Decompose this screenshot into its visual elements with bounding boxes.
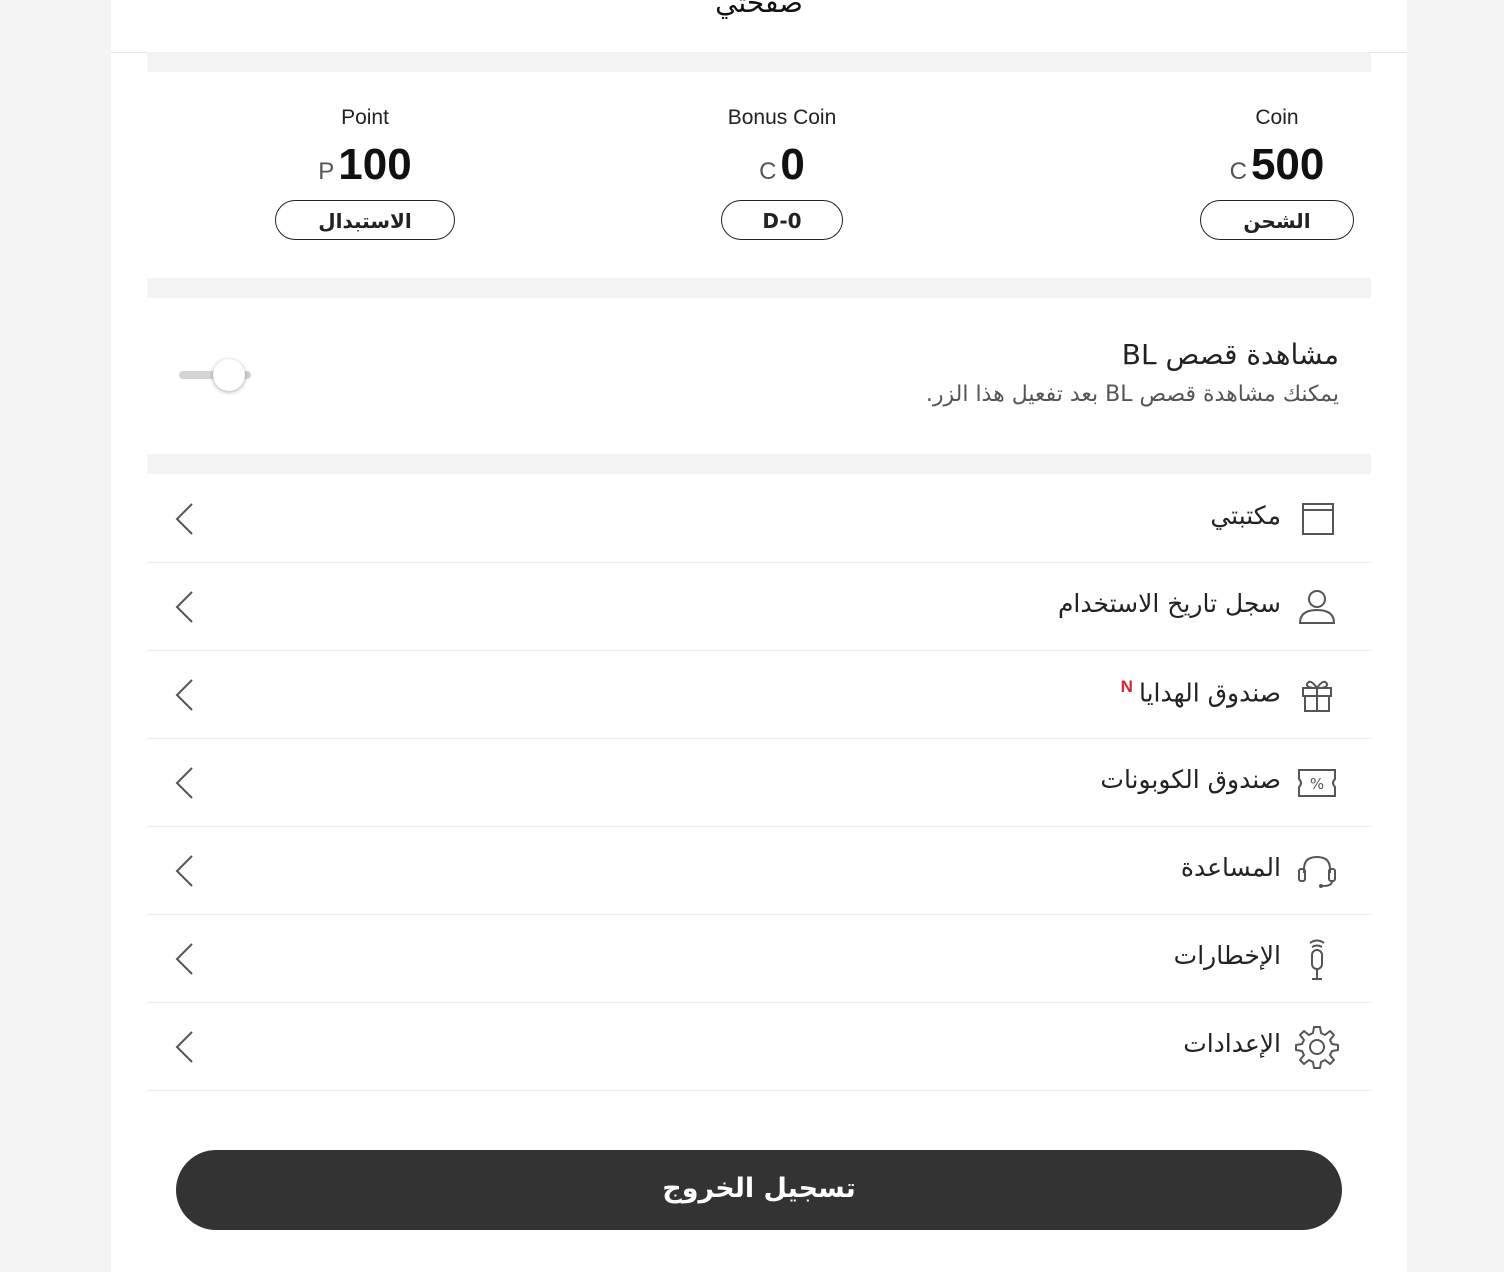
menu-item-coupon-box[interactable]: % صندوق الكوبونات (147, 739, 1371, 827)
point-value: 100 (338, 140, 412, 189)
chevron-left-icon (175, 1031, 193, 1063)
bonus-coin-amount: C0 (712, 142, 852, 188)
chevron-left-icon (175, 943, 193, 975)
menu-item-gift-box[interactable]: صندوق الهدايا N (147, 651, 1371, 739)
charge-button[interactable]: الشحن (1200, 200, 1354, 240)
gear-icon (1295, 1026, 1339, 1069)
bl-description: يمكنك مشاهدة قصص BL بعد تفعيل هذا الزر. (925, 382, 1339, 407)
menu-item-settings[interactable]: الإعدادات (147, 1003, 1371, 1091)
point-unit: P (318, 158, 335, 185)
logout-button[interactable]: تسجيل الخروج (176, 1150, 1342, 1230)
chevron-left-icon (175, 855, 193, 887)
user-icon (1298, 590, 1336, 624)
notification-icon (1309, 939, 1325, 980)
menu-item-usage-history[interactable]: سجل تاريخ الاستخدام (147, 563, 1371, 651)
page-title: صفحتي (715, 0, 803, 19)
my-page-panel: صفحتي Point P100 الاستبدال Bonus Coin C0… (111, 0, 1407, 1272)
exchange-button[interactable]: الاستبدال (275, 200, 455, 240)
chevron-left-icon (175, 767, 193, 799)
section-divider (147, 278, 1371, 298)
menu-item-help[interactable]: المساعدة (147, 827, 1371, 915)
chevron-left-icon (175, 503, 193, 535)
point-label: Point (341, 106, 389, 129)
point-amount: P100 (251, 142, 479, 188)
chevron-left-icon (175, 591, 193, 623)
menu-item-library[interactable]: مكتبتي (147, 475, 1371, 563)
menu-item-notifications[interactable]: الإخطارات (147, 915, 1371, 1003)
menu-item-label-with-badge: صندوق الهدايا N (1121, 677, 1281, 707)
svg-text:%: % (1310, 775, 1324, 793)
wallet-summary: Point P100 الاستبدال Bonus Coin C0 D-0 C… (147, 92, 1371, 278)
coin-label: Coin (1255, 106, 1299, 129)
point-column: Point P100 الاستبدال (251, 92, 479, 240)
menu-list: مكتبتي سجل تاريخ الاستخدام صندوق الهدايا… (147, 475, 1371, 1091)
coin-unit: C (1229, 158, 1247, 185)
headset-icon (1298, 855, 1336, 888)
bonus-expiry-button[interactable]: D-0 (721, 200, 843, 240)
coupon-icon: % (1298, 769, 1336, 797)
new-badge: N (1120, 677, 1133, 696)
bl-toggle-section: مشاهدة قصص BL يمكنك مشاهدة قصص BL بعد تف… (147, 298, 1371, 454)
bonus-coin-unit: C (759, 158, 777, 185)
bonus-coin-column: Bonus Coin C0 D-0 (712, 92, 852, 240)
menu-item-label: سجل تاريخ الاستخدام (1057, 589, 1281, 618)
menu-item-label: المساعدة (1180, 853, 1281, 882)
coin-value: 500 (1250, 140, 1325, 189)
gift-icon (1302, 680, 1332, 712)
toggle-knob (213, 359, 245, 391)
bonus-coin-value: 0 (780, 140, 805, 189)
menu-item-label: الإعدادات (1183, 1029, 1281, 1058)
menu-item-label: الإخطارات (1173, 941, 1281, 970)
bl-toggle-switch[interactable] (179, 358, 251, 394)
menu-item-label: صندوق الهدايا (1138, 678, 1281, 708)
chevron-left-icon (175, 679, 193, 711)
menu-item-label: مكتبتي (1210, 501, 1281, 530)
coin-column: Coin C500 الشحن (1187, 92, 1367, 240)
bonus-coin-label: Bonus Coin (727, 106, 837, 129)
section-divider (147, 454, 1371, 474)
coin-amount: C500 (1187, 142, 1367, 188)
menu-item-label: صندوق الكوبونات (1100, 765, 1281, 794)
bl-title: مشاهدة قصص BL (1121, 338, 1339, 371)
book-icon (1302, 503, 1334, 535)
page-header: صفحتي (111, 0, 1407, 53)
section-divider (147, 52, 1371, 72)
